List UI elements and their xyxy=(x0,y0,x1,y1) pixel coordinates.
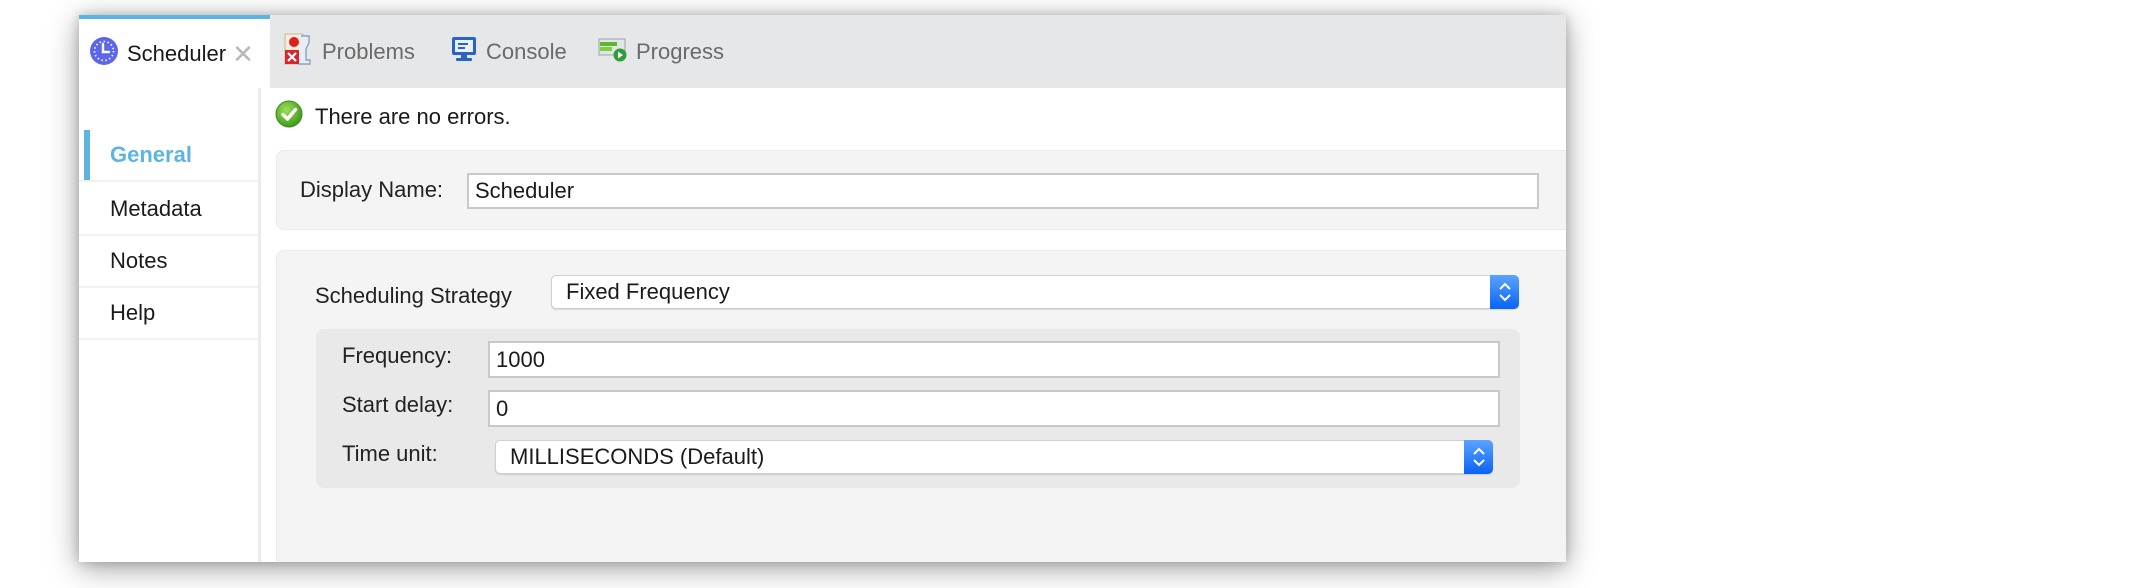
tab-problems[interactable]: Problems xyxy=(284,15,415,88)
fixed-frequency-group: Frequency: 1000 Start delay: 0 Time unit… xyxy=(316,329,1520,488)
sidebar-item-help[interactable]: Help xyxy=(79,288,258,340)
sidebar-item-label: General xyxy=(110,142,192,167)
display-name-input[interactable]: Scheduler xyxy=(467,173,1539,209)
progress-icon xyxy=(598,35,628,69)
scheduling-strategy-select[interactable]: Fixed Frequency xyxy=(551,275,1519,309)
tab-scheduler[interactable]: Scheduler ✕ xyxy=(79,15,270,88)
frequency-label: Frequency: xyxy=(342,343,453,368)
scheduling-strategy-value: Fixed Frequency xyxy=(566,279,730,304)
select-stepper-icon[interactable] xyxy=(1490,275,1519,309)
scheduling-strategy-label: Scheduling Strategy xyxy=(315,283,512,308)
tab-label: Scheduler xyxy=(127,40,227,66)
sidebar-item-general[interactable]: General xyxy=(79,130,258,182)
tab-console[interactable]: Console xyxy=(450,15,567,88)
display-name-value: Scheduler xyxy=(475,178,575,203)
clock-icon xyxy=(89,36,119,72)
time-unit-value: MILLISECONDS (Default) xyxy=(510,444,765,469)
console-icon xyxy=(450,35,478,69)
time-unit-select[interactable]: MILLISECONDS (Default) xyxy=(495,440,1493,474)
select-stepper-icon[interactable] xyxy=(1464,440,1493,474)
start-delay-input[interactable]: 0 xyxy=(488,390,1500,427)
display-name-label: Display Name: xyxy=(300,177,444,202)
sidebar-item-label: Notes xyxy=(110,248,168,273)
tab-label: Console xyxy=(486,38,567,64)
tab-progress[interactable]: Progress xyxy=(598,15,724,88)
check-circle-icon xyxy=(275,100,303,134)
display-name-panel: Display Name: Scheduler xyxy=(276,150,1566,230)
time-unit-label: Time unit: xyxy=(342,441,438,466)
sidebar: General Metadata Notes Help xyxy=(79,88,261,562)
status-text: There are no errors. xyxy=(315,104,511,129)
sidebar-item-label: Metadata xyxy=(110,196,202,221)
sidebar-item-label: Help xyxy=(110,300,156,325)
validation-status: There are no errors. xyxy=(275,100,511,134)
tab-label: Problems xyxy=(322,38,415,64)
tab-bar: Scheduler ✕ Problems Console Progress xyxy=(79,15,1566,88)
frequency-value: 1000 xyxy=(496,346,545,372)
start-delay-label: Start delay: xyxy=(342,392,454,417)
general-content: There are no errors. Display Name: Sched… xyxy=(261,88,1566,562)
frequency-input[interactable]: 1000 xyxy=(488,341,1500,378)
start-delay-value: 0 xyxy=(496,395,509,421)
sidebar-item-metadata[interactable]: Metadata xyxy=(79,184,258,236)
sidebar-item-notes[interactable]: Notes xyxy=(79,236,258,288)
scheduling-strategy-panel: Scheduling Strategy Fixed Frequency Freq… xyxy=(276,250,1566,562)
problems-icon xyxy=(284,32,314,72)
tab-label: Progress xyxy=(636,38,725,64)
close-icon[interactable]: ✕ xyxy=(232,41,254,67)
properties-window: Scheduler ✕ Problems Console Progress Ge… xyxy=(79,15,1566,562)
